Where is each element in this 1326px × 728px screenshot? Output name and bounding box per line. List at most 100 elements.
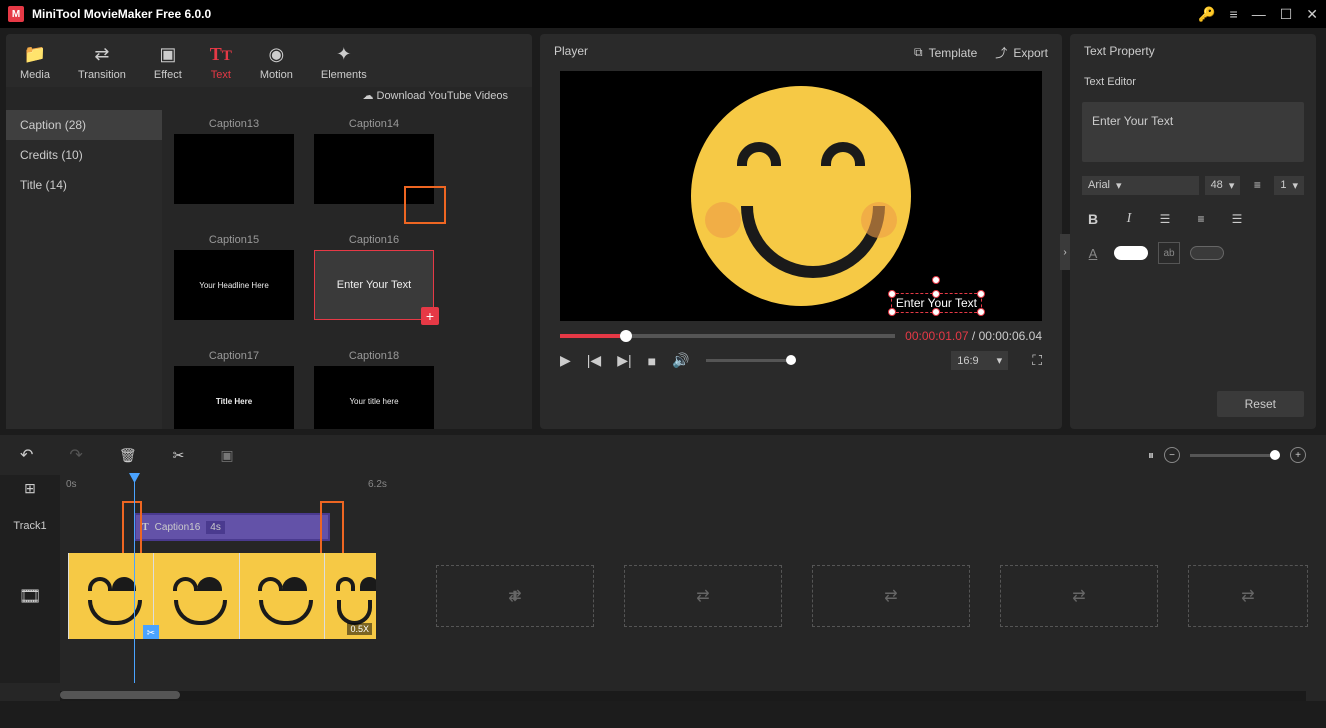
ruler-mark-0: 0s xyxy=(66,479,77,490)
font-family-select[interactable]: Arial▾ xyxy=(1082,176,1199,195)
zoom-slider[interactable] xyxy=(1190,454,1280,457)
export-button[interactable]: ⤴Export xyxy=(995,44,1048,61)
drop-slot[interactable]: ⇄ xyxy=(624,565,782,627)
redo-button[interactable]: ↷ xyxy=(69,445,82,465)
main-area: 📁Media ⇄Transition ▣Effect TTText ◉Motio… xyxy=(0,28,1326,435)
text-overlay[interactable]: Enter Your Text xyxy=(891,293,982,313)
tab-motion[interactable]: ◉Motion xyxy=(246,34,307,87)
crop-button[interactable]: ▣ xyxy=(220,447,233,464)
close-icon[interactable]: ✕ xyxy=(1306,6,1318,23)
chevron-down-icon: ▾ xyxy=(1116,179,1122,192)
titlebar: M MiniTool MovieMaker Free 6.0.0 🔑 ≡ — ☐… xyxy=(0,0,1326,28)
track1-label: Track1 xyxy=(0,501,60,551)
snap-icon[interactable]: ⏸ xyxy=(1148,448,1154,463)
bold-button[interactable]: B xyxy=(1082,208,1104,230)
prev-frame-button[interactable]: |◀ xyxy=(587,352,601,369)
stop-button[interactable]: ■ xyxy=(648,353,656,369)
highlight-color-icon[interactable]: ab xyxy=(1158,242,1180,264)
tab-transition[interactable]: ⇄Transition xyxy=(64,34,140,87)
thumb-caption13[interactable] xyxy=(174,134,294,204)
split-marker-icon[interactable]: ✂ xyxy=(143,625,159,639)
zoom-out-button[interactable]: − xyxy=(1164,447,1180,463)
font-size-select[interactable]: 48▾ xyxy=(1205,176,1241,195)
align-right-button[interactable]: ☰ xyxy=(1226,208,1248,230)
app-logo-icon: M xyxy=(8,6,24,22)
tab-elements[interactable]: ✦Elements xyxy=(307,34,381,87)
text-editor-label: Text Editor xyxy=(1070,68,1316,96)
thumb-caption15[interactable]: Your Headline Here xyxy=(174,250,294,320)
caption-track[interactable]: T Caption16 4s xyxy=(60,501,1326,551)
thumb-label: Caption18 xyxy=(349,350,399,362)
player-panel: Player ⧉Template ⤴Export Enter Your Text xyxy=(540,34,1062,429)
line-spacing-icon[interactable]: ≡ xyxy=(1246,174,1268,196)
minimize-icon[interactable]: — xyxy=(1252,6,1266,22)
hamburger-menu-icon[interactable]: ≡ xyxy=(1230,6,1238,22)
playhead[interactable] xyxy=(134,475,135,683)
ruler-mark-6: 6.2s xyxy=(368,479,387,490)
add-caption-button[interactable]: + xyxy=(421,307,439,325)
cat-title[interactable]: Title (14) xyxy=(6,170,162,200)
app-title: MiniTool MovieMaker Free 6.0.0 xyxy=(32,7,211,21)
text-content-input[interactable]: Enter Your Text xyxy=(1082,102,1304,162)
export-icon: ⤴ xyxy=(995,44,1007,61)
reset-button[interactable]: Reset xyxy=(1217,391,1304,417)
time-ruler[interactable]: 0s 6.2s xyxy=(60,475,1326,501)
aspect-ratio-select[interactable]: 16:9▾ xyxy=(951,351,1008,370)
align-center-button[interactable]: ≡ xyxy=(1190,208,1212,230)
caption-clip[interactable]: T Caption16 4s xyxy=(134,513,330,541)
video-track[interactable]: 0.5X ✂ ⇄ ⇄ ⇄ ⇄ ⇄ ⬇ xyxy=(60,553,1326,643)
text-color-icon[interactable]: A xyxy=(1082,242,1104,264)
library-panel: 📁Media ⇄Transition ▣Effect TTText ◉Motio… xyxy=(6,34,532,429)
add-track-icon[interactable]: ⊞ xyxy=(0,475,60,501)
chevron-down-icon: ▾ xyxy=(1229,179,1235,192)
zoom-in-button[interactable]: + xyxy=(1290,447,1306,463)
volume-icon[interactable]: 🔊 xyxy=(672,352,689,369)
preview-canvas[interactable]: Enter Your Text xyxy=(560,71,1042,321)
chevron-down-icon: ▾ xyxy=(1292,179,1298,192)
speed-badge: 0.5X xyxy=(347,623,372,635)
italic-button[interactable]: I xyxy=(1118,208,1140,230)
timeline-panel: ↶ ↷ 🗑 ✂ ▣ ⏸ − + ⊞ Track1 🎞 0s 6.2s T xyxy=(0,435,1326,701)
volume-slider[interactable] xyxy=(706,359,796,362)
player-title: Player xyxy=(554,44,588,61)
thumb-label: Caption15 xyxy=(209,234,259,246)
template-button[interactable]: ⧉Template xyxy=(914,44,977,61)
thumb-caption18[interactable]: Your title here xyxy=(314,366,434,429)
drop-slot[interactable]: ⇄ xyxy=(1188,565,1308,627)
align-left-button[interactable]: ☰ xyxy=(1154,208,1176,230)
drop-slot[interactable]: ⇄ xyxy=(812,565,970,627)
timeline-scrollbar[interactable] xyxy=(60,691,1306,701)
preview-video-frame xyxy=(691,86,911,306)
tab-effect[interactable]: ▣Effect xyxy=(140,34,196,87)
cat-credits[interactable]: Credits (10) xyxy=(6,140,162,170)
thumb-label: Caption14 xyxy=(349,118,399,130)
drop-slot[interactable]: ⇄ xyxy=(1000,565,1158,627)
tab-text[interactable]: TTText xyxy=(196,34,246,87)
thumb-caption14[interactable] xyxy=(314,134,434,204)
thumb-caption17[interactable]: Title Here xyxy=(174,366,294,429)
text-color-swatch[interactable] xyxy=(1114,246,1148,260)
cat-caption[interactable]: Caption (28) xyxy=(6,110,162,140)
tab-media[interactable]: 📁Media xyxy=(6,34,64,87)
line-spacing-select[interactable]: 1▾ xyxy=(1274,176,1304,195)
thumb-caption16[interactable]: Enter Your Text+ xyxy=(314,250,434,320)
drop-slot-download[interactable]: ⬇ xyxy=(498,565,532,627)
maximize-icon[interactable]: ☐ xyxy=(1280,6,1293,23)
category-list: Caption (28) Credits (10) Title (14) xyxy=(6,110,162,429)
upgrade-icon[interactable]: 🔑 xyxy=(1198,6,1215,23)
next-frame-button[interactable]: ▶| xyxy=(617,352,631,369)
seek-bar[interactable] xyxy=(560,334,895,338)
fullscreen-icon[interactable]: ⛶ xyxy=(1032,352,1042,369)
cat-all[interactable]: All (52) xyxy=(18,95,53,107)
text-property-panel: › Text Property Text Editor Enter Your T… xyxy=(1070,34,1316,429)
timeline-tracks[interactable]: 0s 6.2s T Caption16 4s 0.5X ✂ ⇄ xyxy=(60,475,1326,683)
delete-button[interactable]: 🗑 xyxy=(119,447,137,464)
panel-collapse-handle[interactable]: › xyxy=(1060,234,1070,270)
highlight-color-swatch[interactable] xyxy=(1190,246,1224,260)
undo-button[interactable]: ↶ xyxy=(20,445,33,465)
play-button[interactable]: ▶ xyxy=(560,352,571,369)
split-button[interactable]: ✂ xyxy=(173,447,185,464)
download-youtube-link[interactable]: ☁ Download YouTube Videos xyxy=(362,90,508,102)
video-clip[interactable]: 0.5X ✂ xyxy=(68,553,376,639)
thumb-label: Caption16 xyxy=(349,234,399,246)
